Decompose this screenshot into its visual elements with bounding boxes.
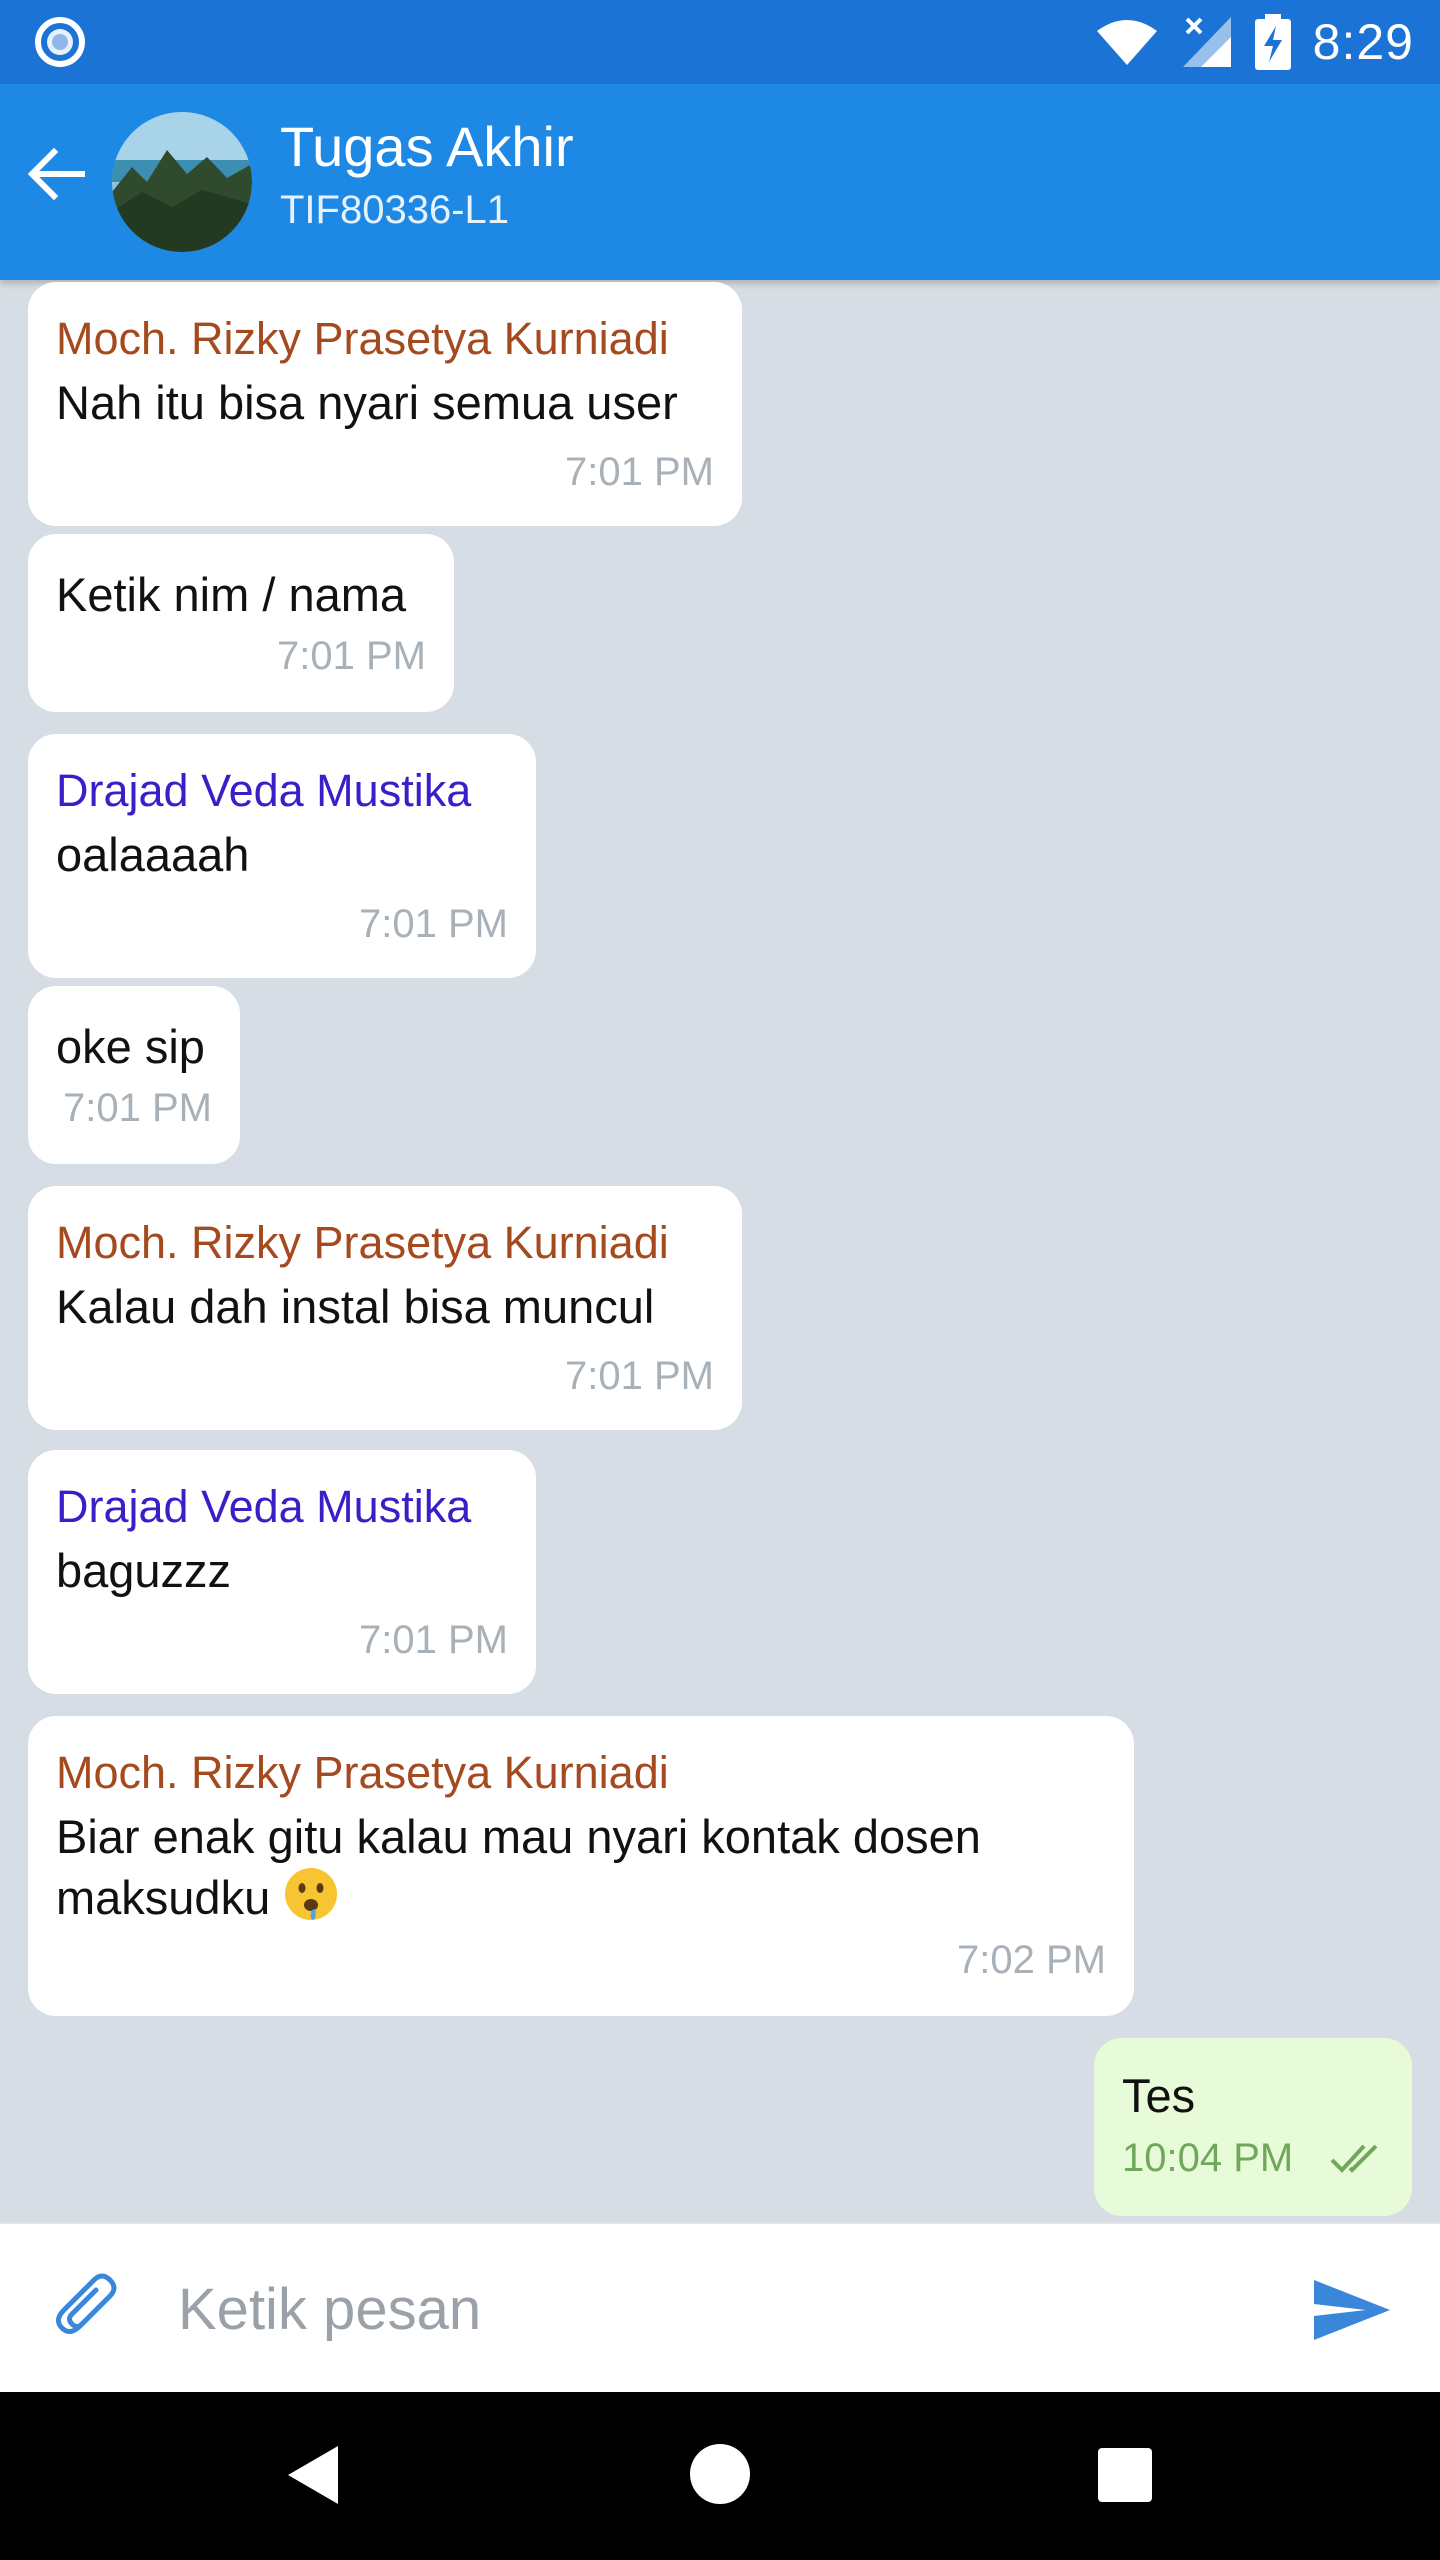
message-bubble[interactable]: Moch. Rizky Prasetya Kurniadi Nah itu bi… [28, 282, 742, 526]
message-bubble[interactable]: Moch. Rizky Prasetya Kurniadi Kalau dah … [28, 1186, 742, 1430]
nav-home-icon[interactable] [690, 2444, 750, 2504]
message-time: 7:02 PM [957, 1938, 1106, 1982]
message-text-line: maksudku [56, 1871, 271, 1924]
nav-back-icon[interactable] [286, 2444, 340, 2506]
chat-title[interactable]: Tugas Akhir [280, 114, 574, 179]
message-time: 7:01 PM [359, 902, 508, 946]
drooling-face-emoji-icon [283, 1866, 339, 1935]
message-time: 7:01 PM [565, 450, 714, 494]
message-bubble[interactable]: Moch. Rizky Prasetya Kurniadi Biar enak … [28, 1716, 1134, 2016]
signal-icon [1182, 17, 1231, 67]
message-time: 7:01 PM [63, 1086, 212, 1130]
message-sender: Drajad Veda Mustika [56, 1481, 472, 1532]
status-time: 8:29 [1312, 14, 1414, 70]
paperclip-icon[interactable] [50, 2268, 130, 2348]
message-text: Ketik nim / nama [56, 568, 407, 621]
message-text: oalaaaah [56, 828, 250, 881]
message-input[interactable] [176, 2260, 1260, 2358]
message-text: Kalau dah instal bisa muncul [56, 1280, 655, 1333]
message-time: 7:01 PM [277, 634, 426, 678]
battery-charging-icon [1254, 14, 1291, 70]
message-text: Tes [1122, 2069, 1196, 2122]
message-bubble[interactable]: oke sip 7:01 PM [28, 986, 240, 1164]
message-text: Nah itu bisa nyari semua user [56, 376, 678, 429]
message-composer [0, 2222, 1440, 2394]
message-time: 7:01 PM [565, 1354, 714, 1398]
message-text: baguzzz [56, 1544, 232, 1597]
outgoing-message-bubble[interactable]: Tes 10:04 PM [1094, 2038, 1412, 2216]
system-navigation-bar [0, 2392, 1440, 2560]
message-bubble[interactable]: Drajad Veda Mustika baguzzz 7:01 PM [28, 1450, 536, 1694]
message-sender: Drajad Veda Mustika [56, 765, 472, 816]
message-time: 10:04 PM [1122, 2136, 1294, 2180]
double-check-icon [1330, 2144, 1378, 2173]
message-sender: Moch. Rizky Prasetya Kurniadi [56, 313, 669, 364]
message-time: 7:01 PM [359, 1618, 508, 1662]
nav-recents-icon[interactable] [1098, 2448, 1152, 2502]
message-text: Biar enak gitu kalau mau nyari kontak do… [56, 1808, 1106, 1935]
send-icon[interactable] [1310, 2268, 1394, 2352]
message-bubble[interactable]: Drajad Veda Mustika oalaaaah 7:01 PM [28, 734, 536, 978]
message-text-line: Biar enak gitu kalau mau nyari kontak do… [56, 1810, 981, 1863]
wifi-icon [1096, 20, 1157, 65]
message-text: oke sip [56, 1020, 205, 1073]
message-sender: Moch. Rizky Prasetya Kurniadi [56, 1217, 669, 1268]
message-bubble[interactable]: Ketik nim / nama 7:01 PM [28, 534, 454, 712]
chat-subtitle: TIF80336-L1 [280, 188, 510, 232]
arrow-left-icon[interactable] [22, 140, 90, 208]
chat-header: Tugas Akhir TIF80336-L1 [0, 84, 1440, 280]
status-bar: 8:29 [0, 0, 1440, 84]
group-avatar[interactable] [112, 112, 252, 252]
message-sender: Moch. Rizky Prasetya Kurniadi [56, 1747, 669, 1798]
app-notification-icon [35, 17, 85, 67]
